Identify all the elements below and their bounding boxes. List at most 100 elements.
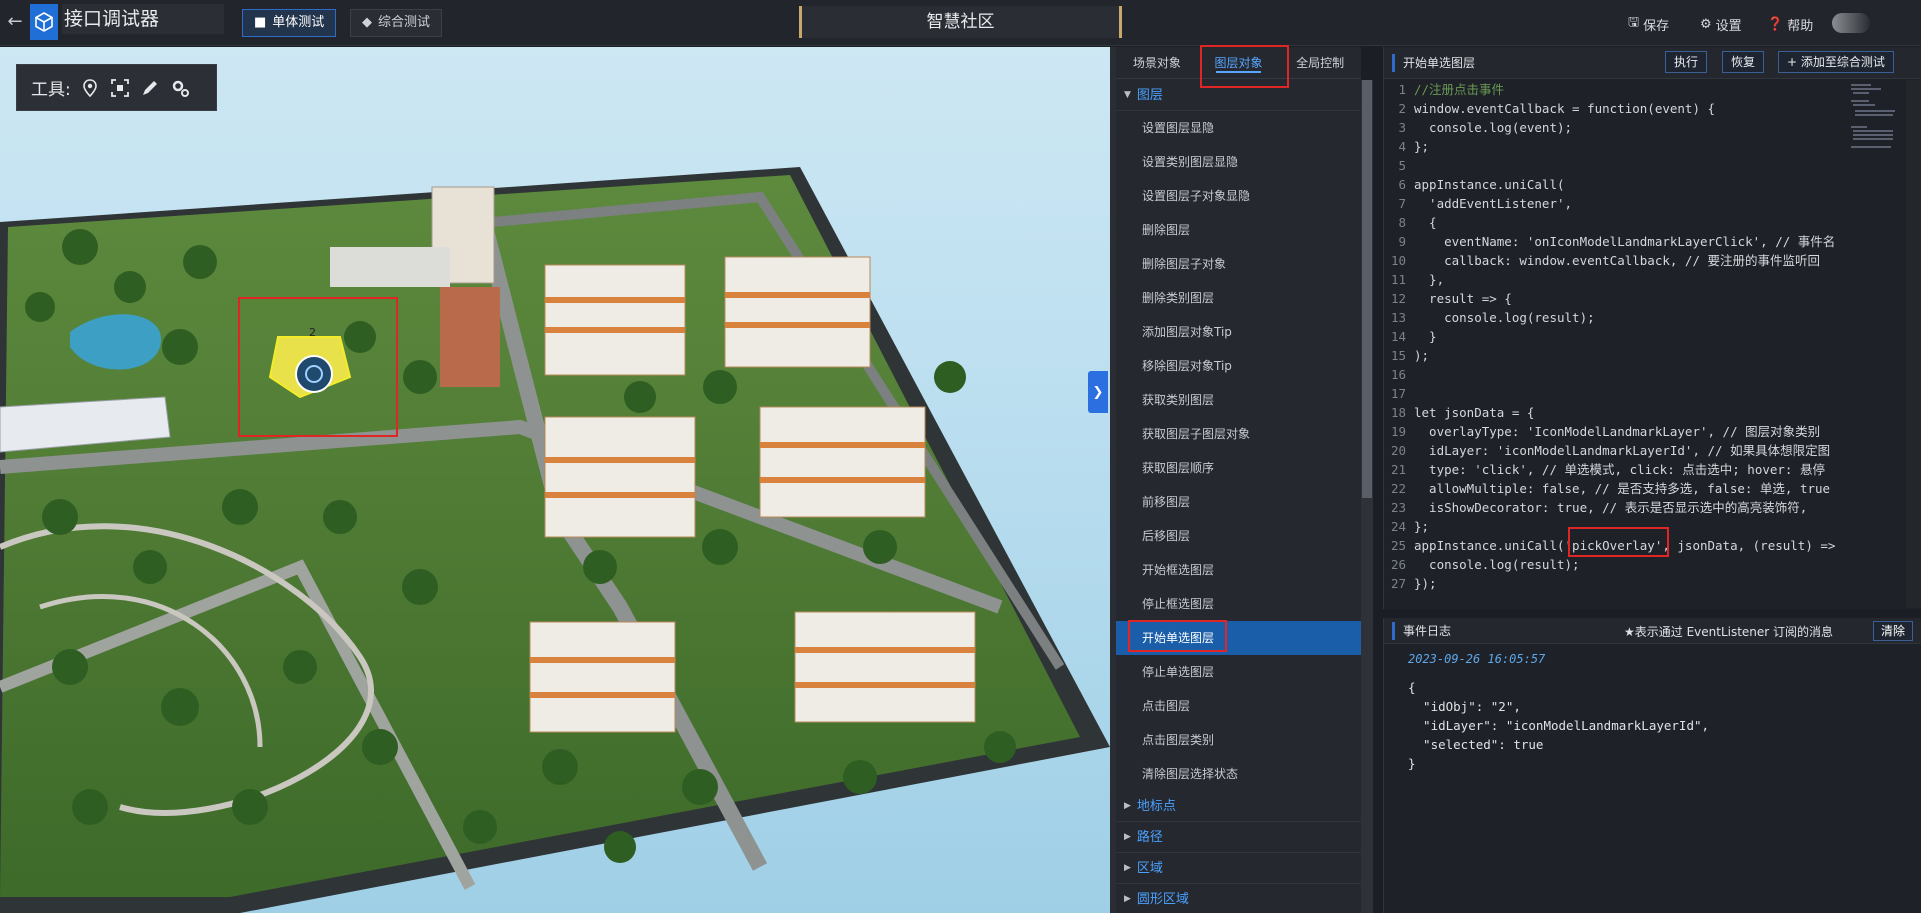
line-number: 17 (1390, 386, 1406, 401)
api-item[interactable]: 删除图层子对象 (1116, 247, 1361, 281)
group-path[interactable]: ▶ 路径 (1116, 822, 1361, 853)
layers-icon: ◆ (362, 15, 372, 30)
log-entry: { "idObj": "2", "idLayer": "iconModelLan… (1408, 680, 1710, 771)
group-layer-label: 图层 (1136, 87, 1163, 103)
api-item[interactable]: 点击图层类别 (1116, 723, 1361, 757)
caret-right-icon: ▶ (1124, 831, 1131, 842)
back-arrow-icon[interactable]: ← (4, 9, 26, 35)
api-item[interactable]: 开始框选图层 (1116, 553, 1361, 587)
code-text: } (1414, 329, 1437, 344)
combined-test-button[interactable]: ◆ 综合测试 (350, 9, 443, 37)
api-item-selected[interactable]: 开始单选图层 (1116, 621, 1361, 655)
code-minimap[interactable] (1849, 80, 1901, 608)
code-editor[interactable]: 1 //注册点击事件 2 window.eventCallback = functio… (1384, 80, 1854, 609)
clear-log-button[interactable]: 清除 (1873, 621, 1914, 641)
avatar[interactable] (1832, 13, 1870, 33)
api-panel: 场景对象 图层对象 全局控制 ▼ 图层 设置图层显隐 设置类别图层显隐 设置图层子… (1116, 47, 1361, 913)
reset-button[interactable]: 恢复 (1722, 51, 1765, 73)
help-button[interactable]: ❓ 帮助 (1767, 13, 1813, 35)
help-label: 帮助 (1787, 18, 1814, 34)
code-text: overlayType: 'IconModelLandmarkLayer', /… (1414, 424, 1821, 439)
code-line: 24}; (1384, 517, 1854, 536)
code-line: 21 type: 'click', // 单选模式, click: 点击选中; … (1384, 460, 1854, 479)
code-text: isShowDecorator: true, // 表示是否显示选中的高亮装饰符… (1414, 500, 1808, 515)
group-circle-region-label: 圆形区域 (1136, 891, 1189, 907)
tab-global-control[interactable]: 全局控制 (1279, 47, 1361, 78)
code-line: 26 console.log(result); (1384, 555, 1854, 574)
line-number: 25 (1390, 538, 1406, 553)
gears-icon[interactable] (169, 77, 191, 99)
pen-icon[interactable] (139, 77, 161, 99)
settings-button[interactable]: ⚙ 设置 (1700, 13, 1742, 35)
code-line: 18 let jsonData = { (1384, 403, 1854, 422)
settings-label: 设置 (1715, 18, 1742, 34)
save-icon: 🖫 (1628, 15, 1640, 30)
api-item[interactable]: 删除图层 (1116, 213, 1361, 247)
code-line: 15); (1384, 346, 1854, 365)
scene-title: 智慧社区 (799, 6, 1122, 38)
code-line: 17 (1384, 384, 1854, 403)
add-to-combined-label: 添加至综合测试 (1800, 55, 1885, 69)
api-item[interactable]: 设置图层显隐 (1116, 111, 1361, 145)
line-number: 23 (1390, 500, 1406, 515)
event-log-title: 事件日志 (1392, 622, 1451, 640)
scene-viewport[interactable]: 2 工具: (0, 47, 1110, 913)
api-item[interactable]: 清除图层选择状态 (1116, 757, 1361, 791)
single-test-button[interactable]: ■ 单体测试 (242, 9, 337, 37)
code-text: console.log(event); (1414, 120, 1573, 135)
code-line: 13 console.log(result); (1384, 308, 1854, 327)
api-item[interactable]: 移除图层对象Tip (1116, 349, 1361, 383)
code-line: 20 idLayer: 'iconModelLandmarkLayerId', … (1384, 441, 1854, 460)
save-button[interactable]: 🖫 保存 (1628, 13, 1669, 35)
run-button[interactable]: 执行 (1665, 51, 1708, 73)
code-text: callback: window.eventCallback, // 要注册的事… (1414, 253, 1821, 268)
code-line: 7 'addEventListener', (1384, 194, 1854, 213)
code-header: 开始单选图层 执行 恢复 + 添加至综合测试 (1384, 47, 1921, 79)
api-item[interactable]: 获取图层顺序 (1116, 451, 1361, 485)
code-text: }; (1414, 139, 1430, 154)
api-item[interactable]: 后移图层 (1116, 519, 1361, 553)
code-text: result => { (1414, 291, 1512, 306)
api-item[interactable]: 停止单选图层 (1116, 655, 1361, 689)
code-text: window.eventCallback = function(event) { (1414, 101, 1716, 116)
line-number: 7 (1398, 196, 1406, 211)
line-number: 19 (1390, 424, 1406, 439)
event-log-panel: 事件日志 ★表示通过 EventListener 订阅的消息 清除 2023-0… (1383, 618, 1921, 913)
code-text: allowMultiple: false, // 是否支持多选, false: … (1414, 481, 1831, 496)
add-to-combined-button[interactable]: + 添加至综合测试 (1778, 51, 1894, 73)
code-line: 10 callback: window.eventCallback, // 要注… (1384, 251, 1854, 270)
api-item[interactable]: 停止框选图层 (1116, 587, 1361, 621)
api-item[interactable]: 设置图层子对象显隐 (1116, 179, 1361, 213)
code-text: }, (1414, 272, 1445, 287)
api-list-scroll-thumb[interactable] (1362, 80, 1372, 498)
app-logo-icon (30, 4, 58, 40)
api-item[interactable]: 前移图层 (1116, 485, 1361, 519)
code-scrollbar[interactable] (1906, 80, 1921, 608)
code-line: 16 (1384, 365, 1854, 384)
location-pin-icon[interactable] (79, 77, 101, 99)
frame-select-icon[interactable] (109, 77, 131, 99)
code-text: appInstance.uniCall('pickOverlay', jsonD… (1414, 538, 1836, 553)
code-line: 11 }, (1384, 270, 1854, 289)
group-landmark[interactable]: ▶ 地标点 (1116, 791, 1361, 822)
group-layer[interactable]: ▼ 图层 (1116, 80, 1361, 111)
code-text: ); (1414, 348, 1430, 363)
group-region[interactable]: ▶ 区域 (1116, 853, 1361, 884)
api-item[interactable]: 添加图层对象Tip (1116, 315, 1361, 349)
api-item[interactable]: 设置类别图层显隐 (1116, 145, 1361, 179)
line-number: 1 (1398, 82, 1406, 97)
help-icon: ❓ (1767, 16, 1784, 32)
line-number: 8 (1398, 215, 1406, 230)
group-circle-region[interactable]: ▶ 圆形区域 (1116, 884, 1361, 913)
line-number: 12 (1390, 291, 1406, 306)
api-item[interactable]: 获取类别图层 (1116, 383, 1361, 417)
tab-scene-objects[interactable]: 场景对象 (1116, 47, 1198, 78)
caret-right-icon: ▶ (1124, 893, 1131, 904)
api-item[interactable]: 获取图层子图层对象 (1116, 417, 1361, 451)
line-number: 4 (1398, 139, 1406, 154)
code-text: }); (1414, 576, 1437, 591)
collapse-panel-button[interactable]: ❯ (1088, 371, 1108, 413)
api-item[interactable]: 点击图层 (1116, 689, 1361, 723)
api-item[interactable]: 删除类别图层 (1116, 281, 1361, 315)
tab-layer-objects[interactable]: 图层对象 (1198, 47, 1280, 78)
